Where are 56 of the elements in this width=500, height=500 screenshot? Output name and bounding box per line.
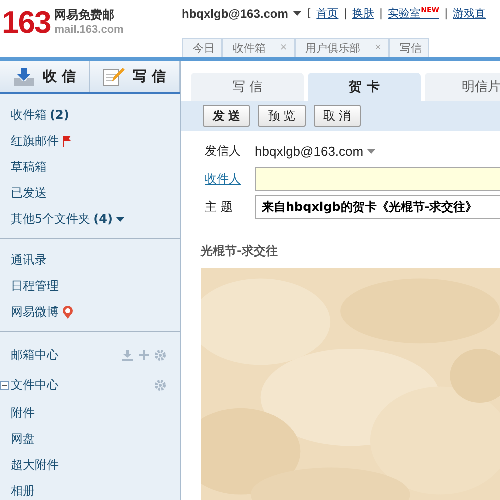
folder-item[interactable]: 网易微博	[0, 299, 180, 325]
link-separator: |	[379, 7, 384, 20]
collapse-toggle[interactable]	[0, 380, 9, 390]
compose-tab[interactable]: 写 信	[191, 73, 304, 101]
sender-select[interactable]: hbqxlgb@163.com	[255, 144, 376, 158]
link-separator: |	[344, 7, 348, 20]
folder-item[interactable]: 收件箱 (2)	[0, 102, 180, 128]
settings-icon[interactable]	[155, 350, 166, 360]
top-link[interactable]: 实验室$^{NEW}$	[388, 6, 440, 21]
section-title[interactable]: 文件中心	[11, 376, 155, 394]
add-icon[interactable]	[139, 350, 149, 360]
file-item[interactable]: 网盘	[0, 426, 180, 452]
recipient-field[interactable]	[255, 167, 500, 191]
pencil-note-icon	[103, 66, 126, 86]
top-link[interactable]: 首页	[316, 6, 339, 21]
folder-item[interactable]: 日程管理	[0, 273, 180, 299]
eye-mascot-icon	[62, 306, 74, 318]
download-icon[interactable]	[122, 350, 133, 360]
toolbar-button[interactable]: 预 览	[258, 105, 306, 127]
bracket: [	[307, 7, 312, 20]
compose-tab[interactable]: 贺 卡	[308, 73, 421, 101]
top-tab[interactable]: 写信	[389, 38, 430, 57]
caret-icon	[116, 216, 125, 222]
card-title: 光棍节-求交往	[200, 243, 279, 260]
file-item[interactable]: 超大附件	[0, 452, 180, 478]
folder-item[interactable]: 草稿箱	[0, 154, 180, 180]
folder-item[interactable]: 其他5个文件夹 (4)	[0, 206, 180, 232]
top-tab[interactable]: 今日	[182, 38, 222, 57]
caret-icon	[366, 148, 376, 154]
settings-icon[interactable]	[155, 380, 166, 390]
top-tab[interactable]: 收件箱 ×	[222, 38, 295, 57]
field-label: 发信人	[205, 142, 242, 160]
compose-button[interactable]: 写 信	[90, 61, 180, 92]
logo-name: 网易免费邮	[54, 7, 116, 24]
flag-icon	[62, 135, 72, 147]
logo-number: 163	[2, 7, 51, 38]
file-item[interactable]: 附件	[0, 400, 180, 426]
logo-domain: mail.163.com	[54, 24, 124, 36]
toolbar-button[interactable]: 发 送	[203, 105, 250, 127]
account-address[interactable]: hbqxlgb@163.com	[182, 6, 288, 20]
receive-button[interactable]: 收 信	[0, 61, 90, 92]
top-tab[interactable]: 用户俱乐部 ×	[294, 38, 390, 57]
recipient-link[interactable]: 收件人	[205, 170, 247, 188]
field-label: 主 题	[205, 198, 234, 216]
top-link[interactable]: 换肤	[352, 6, 374, 21]
top-link[interactable]: 游戏直	[453, 6, 486, 21]
file-item[interactable]: 相册	[0, 478, 180, 500]
section-title[interactable]: 邮箱中心	[11, 346, 122, 364]
inbox-tray-icon	[13, 66, 36, 86]
subject-field[interactable]: 来自hbqxlgb的贺卡《光棍节-求交往》	[255, 195, 500, 219]
folder-item[interactable]: 通讯录	[0, 247, 180, 273]
folder-item[interactable]: 已发送	[0, 180, 180, 206]
link-separator: |	[444, 7, 448, 20]
caret-icon	[293, 11, 302, 16]
toolbar-button[interactable]: 取 消	[314, 105, 362, 127]
folder-item[interactable]: 红旗邮件	[0, 128, 180, 154]
